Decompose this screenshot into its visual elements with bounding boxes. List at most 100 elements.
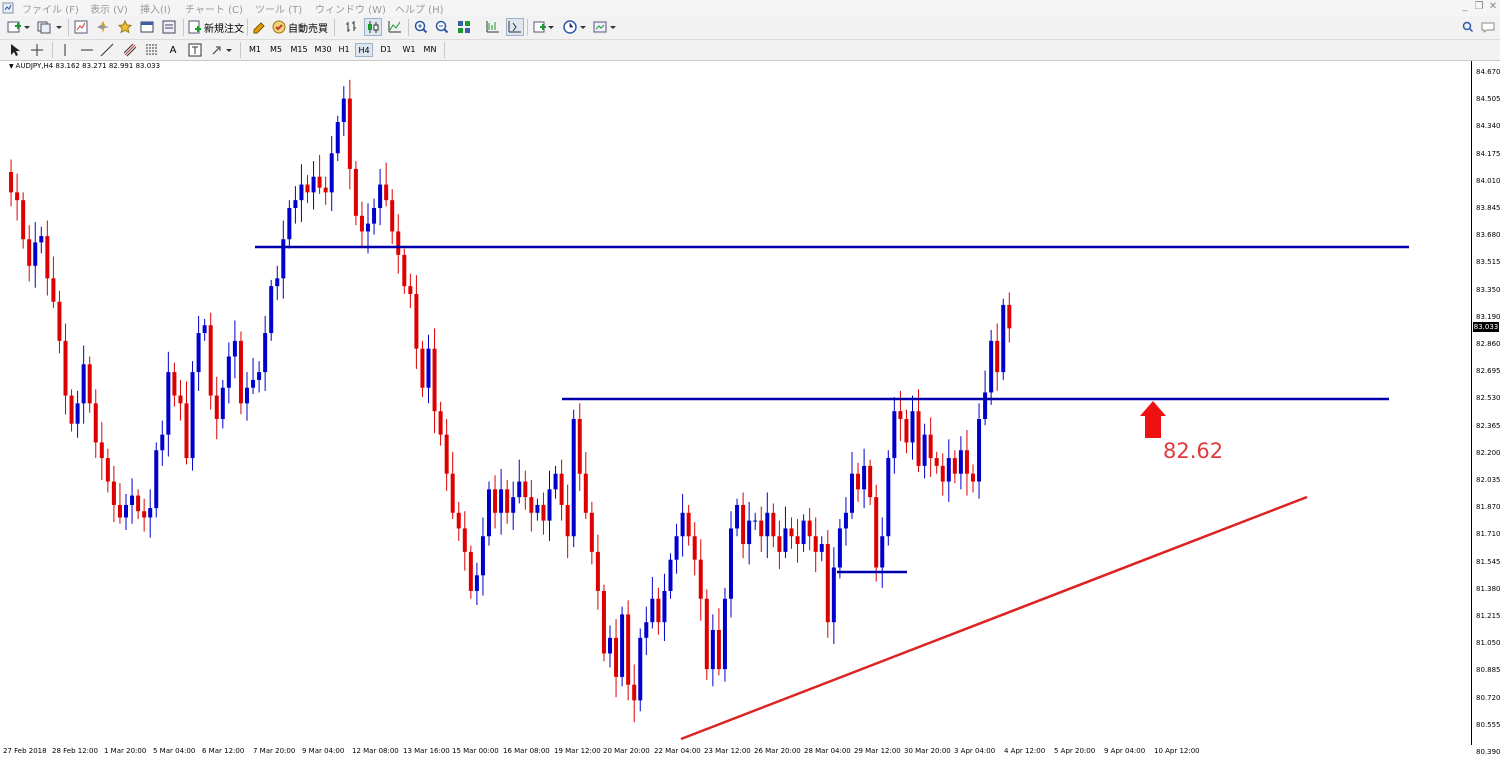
price-scale-label: 84.010 [1476,176,1500,185]
menu-view[interactable]: 表示 (V) [90,1,128,16]
horizontal-line-button[interactable] [80,41,94,59]
menu-insert[interactable]: 挿入(I) [140,1,171,16]
time-scale-label: 6 Mar 12:00 [202,747,245,755]
candle-body [511,497,516,513]
candle-body [638,637,643,701]
timeframe-m1[interactable]: M1 [246,43,264,57]
timeframe-w1[interactable]: W1 [400,43,418,57]
candle-body [595,551,600,591]
time-scale-label: 30 Mar 20:00 [904,747,951,755]
time-scale-label: 28 Mar 04:00 [804,747,851,755]
periods-button[interactable] [562,18,588,36]
timeframe-h1[interactable]: H1 [336,43,352,57]
market-watch-button[interactable] [72,18,90,36]
candle-body [650,598,655,623]
new-chart-button[interactable] [6,18,32,36]
candle-body [898,411,903,420]
search-button[interactable] [1460,18,1476,36]
vertical-line-button[interactable] [58,41,72,59]
candle-body [952,458,957,474]
arrows-button[interactable] [210,41,234,59]
menu-window[interactable]: ウィンドウ (W) [315,1,386,16]
price-scale-label: 80.390 [1476,748,1500,756]
standard-toolbar: 新規注文 自動売買 [0,16,1500,40]
candle-body [989,340,994,393]
restore-button[interactable]: ❐ [1472,1,1486,14]
strategy-tester-button[interactable] [160,18,178,36]
candle-body [468,551,473,591]
price-scale-label: 82.860 [1476,340,1500,348]
zoom-out-button[interactable] [433,18,451,36]
timeframe-m5[interactable]: M5 [267,43,285,57]
time-scale-label: 27 Feb 2018 [3,747,47,755]
price-scale-border [1471,61,1472,745]
time-scale-label: 7 Mar 20:00 [253,747,296,755]
chat-button[interactable] [1480,18,1496,36]
cursor-button[interactable] [8,41,22,59]
candle-body [293,200,298,208]
timeframe-mn[interactable]: MN [421,43,439,57]
candle-body [9,172,14,193]
templates-button[interactable] [592,18,618,36]
terminal-button[interactable] [138,18,156,36]
candle-body [111,481,116,505]
profiles-button[interactable] [36,18,64,36]
candle-body [408,286,413,294]
indicators-button[interactable] [532,18,556,36]
candle-body [335,122,340,154]
close-button[interactable]: ✕ [1486,1,1500,14]
candle-body [777,536,782,552]
time-scale-label: 16 Mar 08:00 [503,747,550,755]
metaeditor-button[interactable] [250,18,268,36]
candle-body [390,200,395,232]
candle-body [886,458,891,537]
timeframe-h4[interactable]: H4 [355,43,373,57]
bar-chart-icon [346,21,356,32]
tile-windows-button[interactable] [455,18,473,36]
fibonacci-button[interactable] [144,41,160,59]
candle-body [21,200,26,240]
time-scale-label: 9 Apr 04:00 [1104,747,1146,755]
bar-chart-button[interactable] [343,18,361,36]
trendline-button[interactable] [100,41,114,59]
auto-trading-button[interactable]: 自動売買 [271,18,329,36]
data-window-button[interactable] [116,18,134,36]
candlestick-button[interactable] [364,18,382,36]
price-scale-label: 84.505 [1476,95,1500,104]
menu-file[interactable]: ファイル (F) [22,1,79,16]
timeframe-m30[interactable]: M30 [312,43,334,57]
menu-chart[interactable]: チャート (C) [185,1,243,16]
chart-shift-button[interactable] [506,18,524,36]
channel-button[interactable] [122,41,138,59]
crosshair-button[interactable] [30,41,44,59]
candle-body [983,392,988,420]
timeframe-m15[interactable]: M15 [288,43,310,57]
text-label-button[interactable] [188,41,202,59]
line-chart-button[interactable] [386,18,404,36]
timeframe-d1[interactable]: D1 [378,43,394,57]
candle-body [783,528,788,552]
candle-body [668,559,673,591]
price-scale-label: 82.530 [1476,394,1500,403]
candle-body [347,98,352,169]
app-icon [2,2,14,14]
minimize-button[interactable]: _ [1458,1,1472,14]
candle-body [922,434,927,466]
candle-body [892,411,897,459]
menu-help[interactable]: ヘルプ (H) [395,1,444,16]
candle-body [57,301,62,341]
candle-body [529,497,534,513]
tester-icon [162,20,176,34]
text-button[interactable]: A [166,41,180,59]
candle-body [904,419,909,443]
auto-scroll-button[interactable] [484,18,502,36]
candle-body [614,637,619,677]
candle-body [245,387,249,404]
menu-tools[interactable]: ツール (T) [255,1,302,16]
new-order-button[interactable]: 新規注文 [188,18,244,36]
price-chart[interactable] [0,61,1500,759]
candle-body [862,465,867,490]
navigator-button[interactable] [94,18,112,36]
zoom-in-button[interactable] [412,18,430,36]
candle-body [299,184,304,201]
